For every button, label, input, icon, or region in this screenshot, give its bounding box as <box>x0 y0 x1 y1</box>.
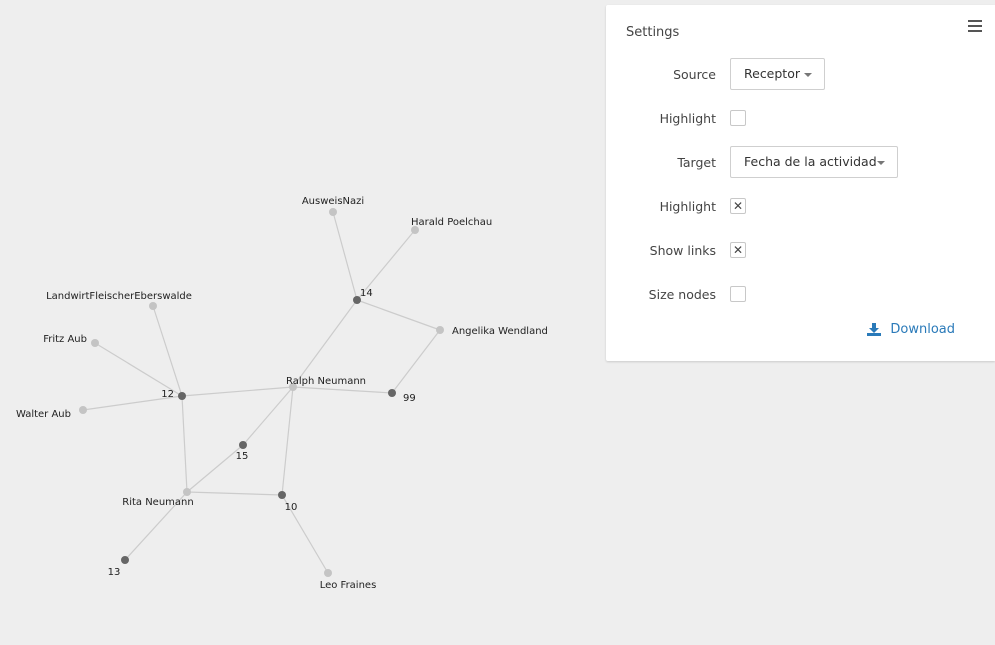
graph-link <box>242 386 294 446</box>
graph-link <box>186 491 283 496</box>
node-label: Walter Aub <box>16 409 71 420</box>
target-highlight-label: Highlight <box>659 199 716 214</box>
node-label: Rita Neumann <box>122 497 193 508</box>
node-label: Angelika Wendland <box>452 326 548 337</box>
source-node[interactable] <box>91 339 99 347</box>
size-nodes-row: Size nodes <box>606 278 995 312</box>
target-node[interactable] <box>239 441 247 449</box>
node-label: Fritz Aub <box>43 334 87 345</box>
target-node[interactable] <box>121 556 129 564</box>
source-select[interactable]: Receptor <box>730 58 825 90</box>
source-label: Source <box>673 67 716 82</box>
node-label: 13 <box>108 567 121 578</box>
download-button[interactable]: Download <box>867 322 955 337</box>
graph-link <box>356 299 441 331</box>
graph-link <box>332 211 358 301</box>
graph-link <box>152 305 183 397</box>
show-links-checkbox[interactable]: ✕ <box>730 242 746 258</box>
show-links-label: Show links <box>649 243 716 258</box>
source-node[interactable] <box>329 208 337 216</box>
hamburger-menu-icon[interactable] <box>968 20 982 33</box>
target-row: Target Fecha de la actividad <box>606 146 995 180</box>
size-nodes-label: Size nodes <box>648 287 716 302</box>
source-highlight-row: Highlight <box>606 102 995 136</box>
source-node[interactable] <box>79 406 87 414</box>
graph-links <box>82 211 441 574</box>
settings-panel: Settings Source Receptor Highlight Targe… <box>606 5 995 361</box>
chevron-down-icon <box>877 161 885 165</box>
graph-link <box>181 386 294 397</box>
download-icon <box>867 323 882 336</box>
target-select[interactable]: Fecha de la actividad <box>730 146 898 178</box>
node-label: 10 <box>285 502 298 513</box>
graph-link <box>391 329 441 394</box>
target-node[interactable] <box>178 392 186 400</box>
graph-link <box>292 386 393 394</box>
node-label: Harald Poelchau <box>411 217 492 228</box>
show-links-row: Show links ✕ <box>606 234 995 268</box>
target-node[interactable] <box>278 491 286 499</box>
source-highlight-checkbox[interactable] <box>730 110 746 126</box>
size-nodes-checkbox[interactable] <box>730 286 746 302</box>
target-select-value: Fecha de la actividad <box>744 154 877 169</box>
graph-link <box>281 386 294 496</box>
target-highlight-checkbox[interactable]: ✕ <box>730 198 746 214</box>
graph-link <box>292 299 358 388</box>
graph-labels: AusweisNazi Harald Poelchau 14 Angelika Wen… <box>16 196 548 591</box>
node-label: LandwirtFleischerEberswalde <box>46 291 192 302</box>
source-node[interactable] <box>324 569 332 577</box>
node-label: 15 <box>236 451 249 462</box>
target-node[interactable] <box>388 389 396 397</box>
settings-title: Settings <box>626 25 680 40</box>
node-label: Ralph Neumann <box>286 376 366 387</box>
node-label: 14 <box>360 288 373 299</box>
target-label: Target <box>677 155 716 170</box>
node-label: 99 <box>403 393 416 404</box>
node-label: 12 <box>161 389 174 400</box>
source-highlight-label: Highlight <box>659 111 716 126</box>
target-highlight-row: Highlight ✕ <box>606 190 995 224</box>
source-row: Source Receptor <box>606 58 995 92</box>
source-node[interactable] <box>436 326 444 334</box>
graph-nodes <box>79 208 444 577</box>
node-label: AusweisNazi <box>302 196 364 207</box>
node-label: Leo Fraines <box>320 580 377 591</box>
source-node[interactable] <box>149 302 157 310</box>
source-node[interactable] <box>183 488 191 496</box>
source-select-value: Receptor <box>744 66 800 81</box>
chevron-down-icon <box>804 73 812 77</box>
graph-link <box>181 395 188 493</box>
graph-link <box>186 444 244 493</box>
download-label: Download <box>890 322 955 337</box>
